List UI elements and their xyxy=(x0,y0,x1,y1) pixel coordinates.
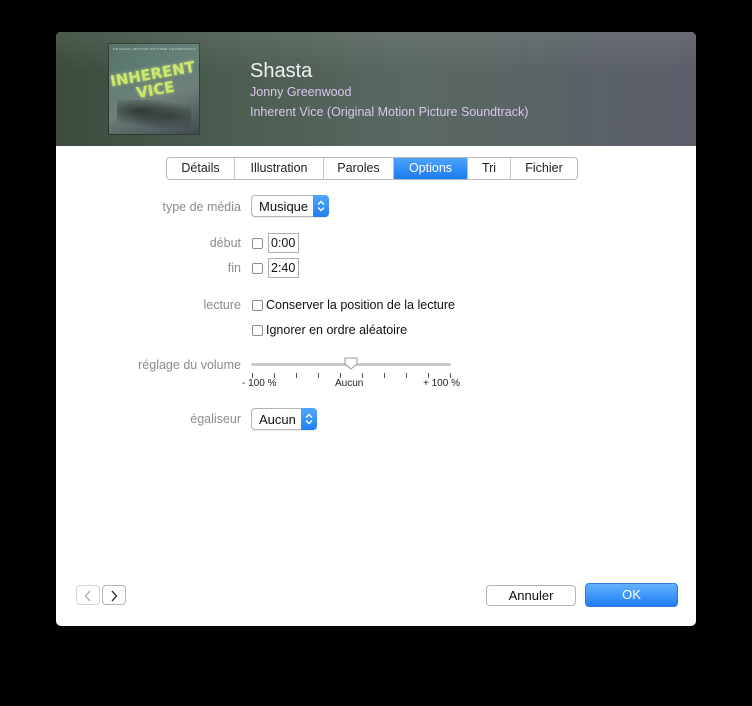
stop-label: fin xyxy=(227,261,241,275)
volume-slider-thumb[interactable] xyxy=(344,357,358,370)
previous-track-button[interactable] xyxy=(76,585,100,605)
cancel-button[interactable]: Annuler xyxy=(486,585,576,606)
chevron-left-icon xyxy=(84,590,91,602)
volume-tick xyxy=(384,373,385,378)
skip-shuffle-checkbox[interactable] xyxy=(252,325,263,336)
popup-arrows-icon xyxy=(313,195,329,217)
start-time-field[interactable]: 0:00 xyxy=(268,233,299,253)
volume-min-label: - 100 % xyxy=(242,378,277,389)
tab-file[interactable]: Fichier xyxy=(511,158,577,179)
remember-position-checkbox[interactable] xyxy=(252,300,263,311)
media-type-select[interactable]: Musique xyxy=(251,195,329,217)
start-label: début xyxy=(209,236,241,250)
volume-tick xyxy=(318,373,319,378)
skip-shuffle-label: Ignorer en ordre aléatoire xyxy=(266,323,408,337)
popup-arrows-icon xyxy=(301,408,317,430)
track-header: ORIGINAL MOTION PICTURE SOUNDTRACK INHER… xyxy=(56,32,696,146)
playback-label: lecture xyxy=(203,298,241,312)
artwork-figures xyxy=(117,100,191,128)
tab-bar: Détails Illustration Paroles Options Tri… xyxy=(166,157,578,180)
stop-time-field[interactable]: 2:40 xyxy=(268,258,299,278)
volume-tick xyxy=(406,373,407,378)
ok-button[interactable]: OK xyxy=(585,583,678,607)
tab-options[interactable]: Options xyxy=(394,158,468,179)
album-name: Inherent Vice (Original Motion Picture S… xyxy=(250,105,529,119)
tab-details[interactable]: Détails xyxy=(167,158,235,179)
remember-position-label: Conserver la position de la lecture xyxy=(266,298,455,312)
equalizer-select[interactable]: Aucun xyxy=(251,408,317,430)
get-info-dialog: ORIGINAL MOTION PICTURE SOUNDTRACK INHER… xyxy=(56,32,696,626)
artwork-title: INHERENT VICE xyxy=(109,58,199,105)
volume-label: réglage du volume xyxy=(138,358,241,372)
stop-checkbox[interactable] xyxy=(252,263,263,274)
song-title: Shasta xyxy=(250,60,313,82)
tab-artwork[interactable]: Illustration xyxy=(235,158,324,179)
artwork-small-text: ORIGINAL MOTION PICTURE SOUNDTRACK xyxy=(113,47,195,51)
volume-tick xyxy=(296,373,297,378)
tab-sorting[interactable]: Tri xyxy=(468,158,511,179)
tab-lyrics[interactable]: Paroles xyxy=(324,158,394,179)
equalizer-value: Aucun xyxy=(259,412,296,427)
album-artwork: ORIGINAL MOTION PICTURE SOUNDTRACK INHER… xyxy=(109,44,199,134)
media-type-value: Musique xyxy=(259,199,309,214)
chevron-right-icon xyxy=(111,590,118,602)
artist-name: Jonny Greenwood xyxy=(250,85,352,99)
volume-mid-label: Aucun xyxy=(335,378,364,389)
volume-max-label: + 100 % xyxy=(423,378,460,389)
equalizer-label: égaliseur xyxy=(190,412,241,426)
media-type-label: type de média xyxy=(162,200,241,214)
start-checkbox[interactable] xyxy=(252,238,263,249)
next-track-button[interactable] xyxy=(102,585,126,605)
